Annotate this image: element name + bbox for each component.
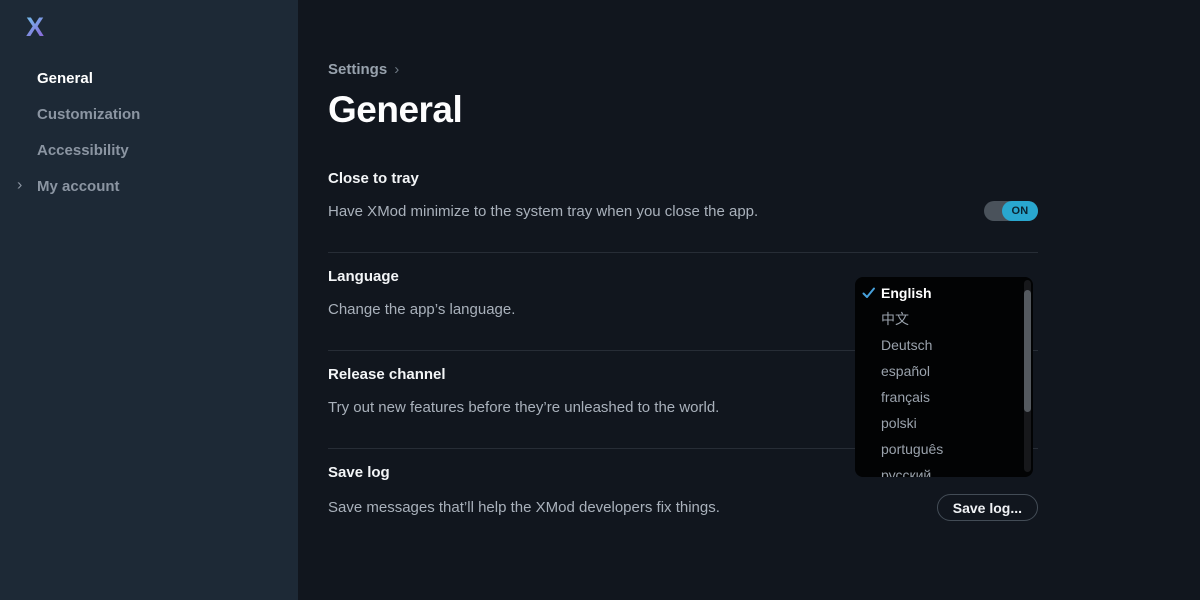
sidebar-item-my-account[interactable]: › My account xyxy=(0,168,298,204)
language-option-label: русский xyxy=(881,467,931,477)
sidebar-item-label: General xyxy=(37,70,93,87)
section-description: Have XMod minimize to the system tray wh… xyxy=(328,203,758,220)
sidebar: X General Customization Accessibility › … xyxy=(0,0,298,600)
section-title: Close to tray xyxy=(328,170,1038,187)
language-option-label: português xyxy=(881,441,943,457)
language-option-label: français xyxy=(881,389,930,405)
sidebar-item-customization[interactable]: Customization xyxy=(0,96,298,132)
language-option-russian[interactable]: русский xyxy=(855,462,1033,477)
language-dropdown-menu: English 中文 Deutsch español français pols… xyxy=(855,277,1033,477)
save-log-button[interactable]: Save log... xyxy=(937,494,1038,521)
section-description: Try out new features before they’re unle… xyxy=(328,399,719,416)
breadcrumb-chevron-icon: › xyxy=(394,61,399,78)
section-close-to-tray: Close to tray Have XMod minimize to the … xyxy=(328,155,1038,253)
breadcrumb-settings[interactable]: Settings xyxy=(328,61,387,78)
language-option-label: Deutsch xyxy=(881,337,932,353)
section-description: Change the app’s language. xyxy=(328,301,515,318)
language-option-portuguese[interactable]: português xyxy=(855,436,1033,462)
language-option-polish[interactable]: polski xyxy=(855,410,1033,436)
close-to-tray-toggle[interactable]: ON xyxy=(984,201,1038,221)
breadcrumb[interactable]: Settings › xyxy=(328,61,1038,78)
language-option-label: español xyxy=(881,363,930,379)
language-option-german[interactable]: Deutsch xyxy=(855,332,1033,358)
sidebar-item-label: Customization xyxy=(37,106,140,123)
checkmark-icon xyxy=(861,285,877,301)
language-option-spanish[interactable]: español xyxy=(855,358,1033,384)
main-panel: Settings › General Close to tray Have XM… xyxy=(298,0,1200,600)
sidebar-item-general[interactable]: General xyxy=(0,60,298,96)
language-option-chinese[interactable]: 中文 xyxy=(855,306,1033,332)
section-description: Save messages that’ll help the XMod deve… xyxy=(328,499,720,516)
dropdown-scrollbar-thumb[interactable] xyxy=(1024,290,1031,412)
language-option-label: English xyxy=(881,285,932,301)
app-logo[interactable]: X xyxy=(26,12,44,43)
sidebar-item-label: Accessibility xyxy=(37,142,129,159)
language-option-label: polski xyxy=(881,415,917,431)
sidebar-nav: General Customization Accessibility › My… xyxy=(0,60,298,204)
sidebar-item-label: My account xyxy=(37,178,120,195)
toggle-knob: ON xyxy=(1002,201,1038,221)
language-option-french[interactable]: français xyxy=(855,384,1033,410)
sidebar-item-accessibility[interactable]: Accessibility xyxy=(0,132,298,168)
language-option-english[interactable]: English xyxy=(855,280,1033,306)
page-title: General xyxy=(328,89,1038,131)
chevron-right-icon: › xyxy=(17,178,22,194)
language-option-label: 中文 xyxy=(881,309,909,329)
